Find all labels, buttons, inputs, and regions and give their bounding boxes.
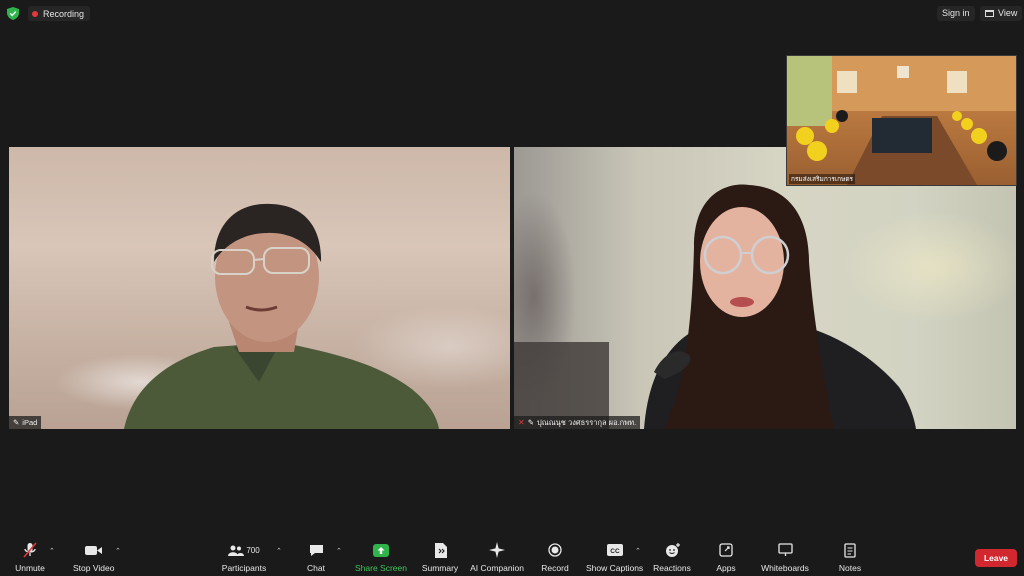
record-label: Record xyxy=(541,563,569,573)
name-tag-speaker: ✕ ✎ ปุณณนุช วงศธรรากุล ผอ.กพท. xyxy=(514,416,641,429)
participants-count: 700 xyxy=(246,545,260,555)
unmute-button[interactable]: Unmute xyxy=(10,538,50,576)
participant-video-man xyxy=(124,203,439,429)
summary-label: Summary xyxy=(421,563,459,573)
audio-options-caret-icon[interactable]: ⌃ xyxy=(49,547,55,555)
participant-name: iPad xyxy=(22,418,38,427)
whiteboards-label: Whiteboards xyxy=(761,563,809,573)
participants-icon xyxy=(228,545,245,556)
sign-in-button[interactable]: Sign in xyxy=(937,6,975,21)
show-captions-label: Show Captions xyxy=(586,563,644,573)
video-options-caret-icon[interactable]: ⌃ xyxy=(115,547,121,555)
chat-options-caret-icon[interactable]: ⌃ xyxy=(336,547,342,555)
share-screen-button[interactable]: Share Screen xyxy=(355,538,407,576)
pin-icon: ✎ xyxy=(527,418,534,427)
participants-button[interactable]: 700 Participants xyxy=(221,538,267,576)
apps-icon xyxy=(719,543,733,557)
stop-video-label: Stop Video xyxy=(73,563,115,573)
whiteboards-button[interactable]: Whiteboards xyxy=(761,538,809,576)
apps-label: Apps xyxy=(716,563,736,573)
reactions-label: Reactions xyxy=(653,563,691,573)
summary-button[interactable]: Summary xyxy=(420,538,460,576)
captions-options-caret-icon[interactable]: ⌃ xyxy=(635,547,641,555)
video-tile-speaker[interactable]: ✕ ✎ ปุณณนุช วงศธรรากุล ผอ.กพท. xyxy=(514,147,1016,429)
participant-name: ปุณณนุช วงศธรรากุล ผอ.กพท. xyxy=(537,418,637,427)
apps-button[interactable]: Apps xyxy=(706,538,746,576)
ai-companion-button[interactable]: AI Companion xyxy=(470,538,524,576)
participants-options-caret-icon[interactable]: ⌃ xyxy=(276,547,282,555)
ai-companion-label: AI Companion xyxy=(470,563,524,573)
whiteboard-icon xyxy=(777,543,793,556)
chat-bubble-icon xyxy=(309,544,323,556)
record-icon xyxy=(548,543,562,557)
svg-text:CC: CC xyxy=(610,548,620,555)
share-screen-label: Share Screen xyxy=(355,563,407,573)
meeting-room-video xyxy=(787,56,1016,185)
view-label: View xyxy=(998,8,1018,18)
stop-video-button[interactable]: Stop Video xyxy=(73,538,114,576)
security-shield-icon[interactable] xyxy=(7,7,19,20)
reactions-button[interactable]: Reactions xyxy=(652,538,692,576)
notes-button[interactable]: Notes xyxy=(830,538,870,576)
pin-icon: ✎ xyxy=(13,418,20,427)
video-camera-icon xyxy=(84,545,102,555)
video-tile-meeting-room[interactable]: กรมส่งเสริมการเกษตร xyxy=(786,55,1017,186)
thumb-participant-name: กรมส่งเสริมการเกษตร xyxy=(789,174,856,184)
recording-indicator[interactable]: Recording xyxy=(28,6,91,21)
notes-icon xyxy=(844,542,856,558)
record-button[interactable]: Record xyxy=(535,538,575,576)
chat-button[interactable]: Chat xyxy=(296,538,336,576)
sparkle-icon xyxy=(489,542,505,558)
chat-label: Chat xyxy=(307,563,325,573)
view-grid-icon xyxy=(985,10,994,17)
unmute-label: Unmute xyxy=(15,563,45,573)
view-button[interactable]: View xyxy=(980,6,1023,21)
participant-video-woman xyxy=(514,184,916,429)
recording-label: Recording xyxy=(43,8,85,19)
share-screen-icon xyxy=(372,543,389,557)
meeting-toolbar: Unmute ⌃ Stop Video ⌃ 700 Participants ⌃… xyxy=(0,538,1024,576)
closed-captions-icon: CC xyxy=(606,544,623,556)
mic-muted-icon: ✕ xyxy=(518,418,525,427)
name-tag-ipad: ✎ iPad xyxy=(9,416,42,429)
top-bar: Recording Sign in View xyxy=(0,0,1024,26)
leave-button[interactable]: Leave xyxy=(975,549,1017,567)
notes-label: Notes xyxy=(838,563,862,573)
show-captions-button[interactable]: CC Show Captions xyxy=(586,538,643,576)
participants-label: Participants xyxy=(221,563,267,573)
summary-document-icon xyxy=(434,542,447,558)
mic-muted-icon xyxy=(23,542,37,558)
emoji-reaction-icon xyxy=(665,542,680,557)
recording-dot-icon xyxy=(32,10,38,17)
video-tile-ipad[interactable]: ✎ iPad xyxy=(9,147,510,429)
